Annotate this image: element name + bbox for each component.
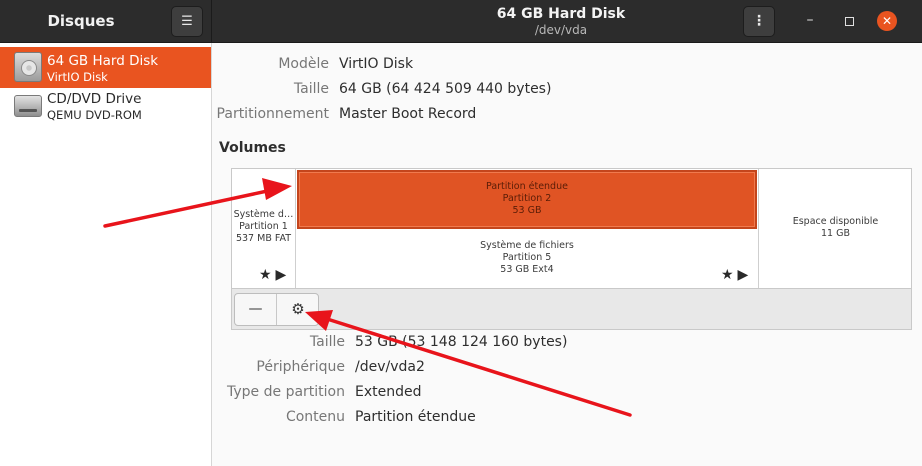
volume-size-label: Taille: [309, 334, 345, 350]
kebab-menu-icon: ⋮: [752, 13, 766, 29]
volume-actions-group: — ⚙: [234, 293, 319, 326]
volume-size: 537 MB FAT: [235, 233, 292, 244]
volume-label: Système de fichiers: [480, 240, 574, 251]
free-space-label: Espace disponible: [792, 216, 879, 227]
free-space-size: 11 GB: [821, 228, 850, 239]
extended-partition-volume[interactable]: Partition étendue Partition 2 53 GB Syst…: [296, 169, 759, 288]
volumes-heading: Volumes: [219, 140, 286, 156]
free-space-volume[interactable]: Espace disponible 11 GB: [760, 169, 911, 288]
hamburger-icon: ☰: [181, 14, 193, 29]
device-label: Périphérique: [256, 359, 345, 375]
partition-1-volume[interactable]: Système d… Partition 1 537 MB FAT ★▶: [232, 169, 296, 288]
volume-size: 53 GB Ext4: [500, 264, 554, 275]
sidebar-item-hard-disk[interactable]: 64 GB Hard Disk VirtIO Disk: [0, 47, 211, 88]
model-label: Modèle: [278, 56, 329, 72]
volume-label: Partition étendue: [486, 181, 568, 192]
volumes-map: Système d… Partition 1 537 MB FAT ★▶ Par…: [231, 168, 912, 289]
mounted-play-icons: ★▶: [259, 267, 291, 283]
volume-size-value: 53 GB (53 148 124 160 bytes): [355, 334, 568, 350]
size-value: 64 GB (64 424 509 440 bytes): [339, 81, 552, 97]
volume-partition: Partition 2: [502, 193, 552, 204]
volume-partition: Partition 5: [502, 252, 552, 263]
gear-icon: ⚙: [291, 300, 305, 318]
maximize-icon: [844, 17, 854, 26]
remove-partition-button[interactable]: —: [235, 294, 277, 325]
drive-name: 64 GB Hard Disk: [47, 53, 159, 69]
partitioning-value: Master Boot Record: [339, 106, 477, 122]
contents-value: Partition étendue: [355, 409, 476, 425]
drive-details-panel: Modèle VirtIO Disk Taille 64 GB (64 424 …: [213, 44, 922, 466]
volume-partition: Partition 1: [239, 221, 288, 232]
contents-label: Contenu: [285, 409, 345, 425]
partition-type-label: Type de partition: [227, 384, 345, 400]
partition-type-value: Extended: [355, 384, 422, 400]
partition-options-button[interactable]: ⚙: [277, 294, 319, 325]
minimize-button[interactable]: –: [801, 12, 819, 30]
drive-sidebar: 64 GB Hard Disk VirtIO Disk CD/DVD Drive…: [0, 43, 212, 466]
volume-size: 53 GB: [512, 205, 542, 216]
drive-model: QEMU DVD-ROM: [47, 108, 142, 122]
extended-partition-selected[interactable]: Partition étendue Partition 2 53 GB: [297, 170, 757, 229]
mounted-play-icons: ★▶: [721, 267, 753, 283]
volume-toolbar: — ⚙: [231, 289, 912, 330]
hamburger-menu-button[interactable]: ☰: [171, 6, 203, 37]
drive-options-button[interactable]: ⋮: [743, 6, 775, 37]
sidebar-item-dvd-drive[interactable]: CD/DVD Drive QEMU DVD-ROM: [0, 85, 211, 126]
drive-name: CD/DVD Drive: [47, 91, 142, 107]
close-icon: ✕: [881, 14, 893, 28]
header-bar: Disques ☰ 64 GB Hard Disk /dev/vda ⋮ – ✕: [0, 0, 922, 43]
optical-drive-icon: [14, 95, 42, 117]
hard-disk-icon: [14, 52, 42, 82]
size-label: Taille: [293, 81, 329, 97]
device-value: /dev/vda2: [355, 359, 425, 375]
close-button[interactable]: ✕: [877, 11, 897, 31]
minus-icon: —: [248, 301, 263, 317]
window-subtitle: /dev/vda: [534, 23, 588, 37]
partitioning-label: Partitionnement: [216, 106, 329, 122]
window-title: 64 GB Hard Disk: [496, 6, 626, 22]
volume-label: Système d…: [233, 209, 294, 220]
drive-model: VirtIO Disk: [47, 70, 108, 84]
maximize-button[interactable]: [840, 12, 858, 30]
model-value: VirtIO Disk: [339, 56, 414, 72]
disks-window: Disques ☰ 64 GB Hard Disk /dev/vda ⋮ – ✕…: [0, 0, 922, 466]
minimize-icon: –: [806, 12, 814, 28]
